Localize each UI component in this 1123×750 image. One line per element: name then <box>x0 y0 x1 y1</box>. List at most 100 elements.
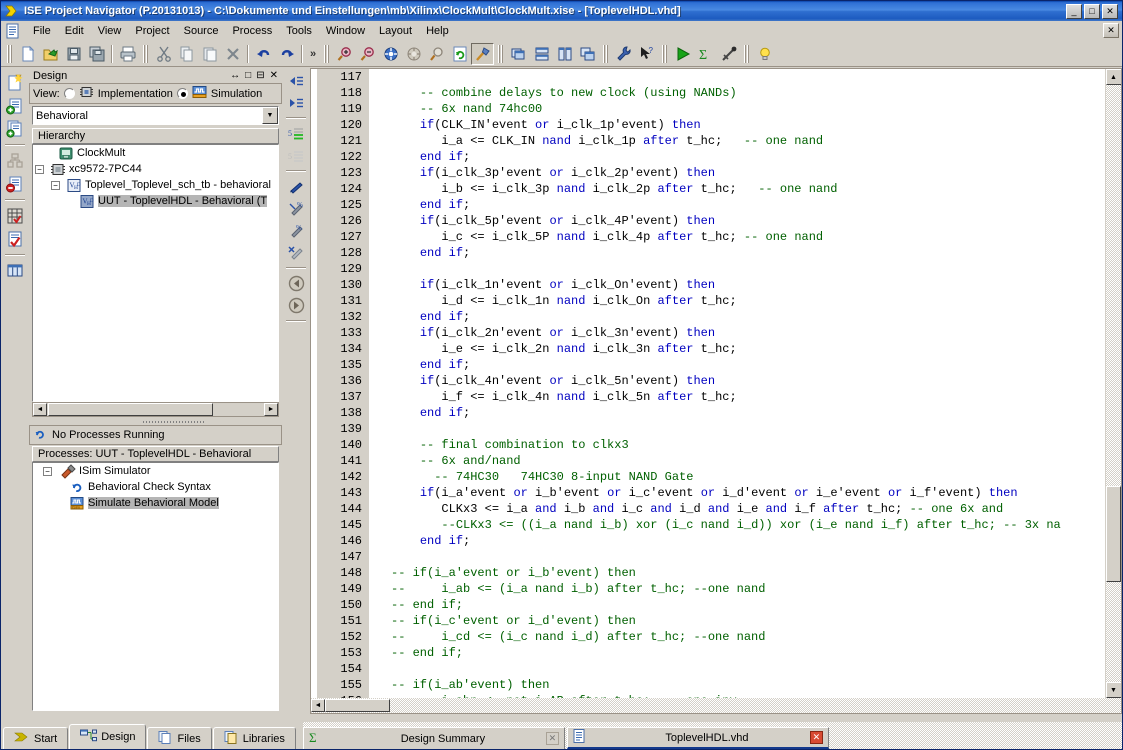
tab-libraries[interactable]: Libraries <box>212 727 296 749</box>
process-refresh-icon[interactable] <box>33 427 47 444</box>
code-line[interactable]: -- end if; <box>391 645 1105 661</box>
code-line[interactable]: if(i_clk_5p'event or i_clk_4P'event) the… <box>391 213 1105 229</box>
build-icon[interactable] <box>471 42 495 65</box>
code-line[interactable]: i_a <= CLK_IN nand i_clk_1p after t_hc; … <box>391 133 1105 149</box>
hierarchy-item-uut[interactable]: VHD UUT - ToplevelHDL - Behavioral (T <box>33 193 278 209</box>
code-line[interactable] <box>391 549 1105 565</box>
code-line[interactable]: end if; <box>391 533 1105 549</box>
code-line[interactable]: CLKx3 <= i_a and i_b and i_c and i_d and… <box>391 501 1105 517</box>
back-icon[interactable] <box>285 273 307 294</box>
panel-splitter[interactable] <box>29 419 282 425</box>
refresh-icon[interactable] <box>448 43 471 65</box>
toolbar-overflow-button[interactable]: » <box>306 48 320 60</box>
code-line[interactable]: -- final combination to clkx3 <box>391 437 1105 453</box>
toolbar-grip[interactable] <box>6 44 13 64</box>
code-line[interactable]: if(i_a'event or i_b'event or i_c'event o… <box>391 485 1105 501</box>
tip-icon[interactable] <box>753 43 776 65</box>
hierarchy-item-device[interactable]: − xc9572-7PC44 <box>33 161 278 177</box>
menu-item-help[interactable]: Help <box>419 23 456 39</box>
maximize-button[interactable]: □ <box>1084 3 1100 19</box>
cascade-icon[interactable] <box>507 43 530 65</box>
code-line[interactable]: end if; <box>391 405 1105 421</box>
code-line[interactable] <box>391 421 1105 437</box>
find-icon[interactable] <box>717 43 740 65</box>
float-panel-icon[interactable]: ⊟ <box>256 70 264 81</box>
code-line[interactable]: end if; <box>391 357 1105 373</box>
new-file-icon[interactable] <box>16 43 39 65</box>
paste-icon[interactable] <box>198 43 221 65</box>
code-line[interactable]: -- 6x and/nand <box>391 453 1105 469</box>
check-syntax-icon[interactable] <box>4 228 26 250</box>
close-icon[interactable]: ✕ <box>809 731 823 744</box>
process-item-isim-simulator[interactable]: − ISim Simulator <box>33 463 278 479</box>
zoom-select-icon[interactable] <box>425 43 448 65</box>
code-line[interactable]: --CLKx3 <= ((i_a nand i_b) xor (i_c nand… <box>391 517 1105 533</box>
menu-item-project[interactable]: Project <box>128 23 176 39</box>
tab-start[interactable]: Start <box>3 727 69 749</box>
code-line[interactable]: if(i_clk_4n'event or i_clk_5n'event) the… <box>391 373 1105 389</box>
code-line[interactable]: -- if(i_a'event or i_b'event) then <box>391 565 1105 581</box>
run-icon[interactable] <box>671 43 694 65</box>
hierarchy-item-testbench[interactable]: − VHD Toplevel_Toplevel_sch_tb - behavio… <box>33 177 278 193</box>
maximize-panel-icon[interactable]: □ <box>245 70 251 81</box>
scroll-left-button[interactable]: ◄ <box>33 403 47 416</box>
toolbar-grip-7[interactable] <box>743 44 750 64</box>
source-code[interactable]: -- combine delays to new clock (using NA… <box>369 69 1105 699</box>
close-icon[interactable]: ✕ <box>545 732 559 745</box>
code-line[interactable] <box>391 661 1105 677</box>
menu-item-window[interactable]: Window <box>319 23 372 39</box>
process-item-simulate-behavioral-model[interactable]: ISim Simulate Behavioral Model <box>33 495 278 511</box>
close-panel-icon[interactable]: ✕ <box>270 70 278 81</box>
bookmark-clear-icon[interactable] <box>285 242 307 263</box>
tab-design[interactable]: Design <box>69 724 147 749</box>
code-line[interactable]: -- combine delays to new clock (using NA… <box>391 85 1105 101</box>
summary-icon[interactable]: Σ <box>694 43 717 65</box>
menu-item-layout[interactable]: Layout <box>372 23 419 39</box>
copy-icon[interactable] <box>175 43 198 65</box>
toolbar-grip-4[interactable] <box>497 44 504 64</box>
menu-item-source[interactable]: Source <box>177 23 226 39</box>
editor-hscrollbar[interactable]: ◄ <box>311 698 1121 713</box>
uncomment-icon[interactable]: 5 <box>285 145 307 166</box>
code-line[interactable]: if(i_clk_1n'event or i_clk_On'event) the… <box>391 277 1105 293</box>
code-line[interactable]: end if; <box>391 149 1105 165</box>
zoom-area-icon[interactable] <box>402 43 425 65</box>
menu-item-process[interactable]: Process <box>225 23 279 39</box>
hierarchy-item-clockmult[interactable]: ClockMult <box>33 145 278 161</box>
simulation-radio[interactable] <box>176 88 188 99</box>
vscroll-thumb[interactable] <box>1106 486 1121 583</box>
editor-vscrollbar[interactable]: ▲ ▼ <box>1105 69 1121 699</box>
code-line[interactable]: i_f <= i_clk_4n nand i_clk_5n after t_hc… <box>391 389 1105 405</box>
cut-icon[interactable] <box>152 43 175 65</box>
code-line[interactable]: -- 6x nand 74hc00 <box>391 101 1105 117</box>
code-line[interactable]: -- i_abn <= not i_AB after t_hc; --one i… <box>391 693 1105 698</box>
whats-this-icon[interactable]: ? <box>635 43 658 65</box>
add-copy-source-icon[interactable] <box>4 118 26 140</box>
code-line[interactable]: -- if(i_c'event or i_d'event) then <box>391 613 1105 629</box>
hscroll-thumb[interactable] <box>48 403 213 416</box>
expander-icon[interactable]: − <box>35 164 44 174</box>
bookmark-prev-icon[interactable]: % <box>285 220 307 241</box>
code-line[interactable]: -- 74HC30 74HC30 8-input NAND Gate <box>391 469 1105 485</box>
dock-resize-icon[interactable]: ↔ <box>230 70 240 81</box>
bookmark-icon[interactable] <box>285 176 307 197</box>
menu-item-tools[interactable]: Tools <box>279 23 319 39</box>
code-line[interactable] <box>391 261 1105 277</box>
toolbar-grip-2[interactable] <box>142 44 149 64</box>
doc-tab-toplevelhdl-vhd[interactable]: ToplevelHDL.vhd ✕ <box>566 727 829 749</box>
code-line[interactable]: i_c <= i_clk_5P nand i_clk_4p after t_hc… <box>391 229 1105 245</box>
manual-compile-icon[interactable] <box>4 150 26 172</box>
hierarchy-hscrollbar[interactable]: ◄ ► <box>32 402 279 417</box>
code-line[interactable]: end if; <box>391 197 1105 213</box>
scroll-up-button[interactable]: ▲ <box>1105 69 1121 85</box>
code-line[interactable]: i_e <= i_clk_2n nand i_clk_3n after t_hc… <box>391 341 1105 357</box>
processes-tree[interactable]: − ISim Simulator Behavioral Check Syntax <box>32 462 279 711</box>
bookmark-next-icon[interactable]: % <box>285 198 307 219</box>
minimize-button[interactable]: _ <box>1066 3 1082 19</box>
print-icon[interactable] <box>116 43 139 65</box>
delete-icon[interactable] <box>221 43 244 65</box>
code-line[interactable]: -- if(i_ab'event) then <box>391 677 1105 693</box>
undo-icon[interactable] <box>252 43 275 65</box>
comment-icon[interactable]: 5 <box>285 123 307 144</box>
indent-left-icon[interactable] <box>285 70 307 91</box>
